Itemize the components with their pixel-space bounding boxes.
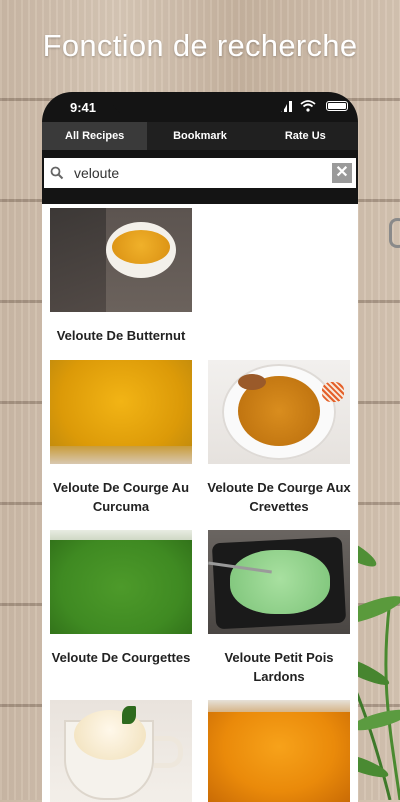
recipe-card[interactable]: Veloute De Butternut <box>42 208 200 345</box>
wall-hook <box>389 218 400 248</box>
wifi-icon <box>300 100 316 112</box>
battery-icon <box>326 101 348 111</box>
tab-bar: All Recipes Bookmark Rate Us <box>42 122 358 150</box>
status-time: 9:41 <box>70 100 97 115</box>
recipe-card[interactable] <box>42 700 200 802</box>
recipe-title: Veloute Petit Pois Lardons <box>224 650 334 684</box>
tab-rate-us[interactable]: Rate Us <box>253 122 358 150</box>
recipe-title: Veloute De Butternut <box>56 328 186 343</box>
feature-headline: Fonction de recherche <box>42 28 358 63</box>
recipe-image <box>50 360 192 464</box>
recipe-card[interactable]: Veloute De Courge Aux Crevettes <box>200 360 358 516</box>
phone-notch <box>112 92 288 116</box>
recipe-title: Veloute De Courge Aux Crevettes <box>207 480 351 514</box>
recipe-image <box>50 208 192 312</box>
recipe-title: Veloute De Courge Au Curcuma <box>52 480 190 514</box>
search-bar: ✕ <box>44 158 356 188</box>
recipe-card[interactable]: Veloute De Courge Au Curcuma <box>42 360 200 516</box>
recipe-image <box>50 530 192 634</box>
clear-search-button[interactable]: ✕ <box>332 163 352 183</box>
search-input[interactable] <box>74 165 324 181</box>
recipe-image <box>208 360 350 464</box>
recipe-card[interactable]: Veloute Petit Pois Lardons <box>200 530 358 686</box>
tab-bookmark[interactable]: Bookmark <box>147 122 252 150</box>
recipe-title: Veloute De Courgettes <box>51 650 191 665</box>
phone-frame: 9:41 All Recipes Bookmark Rate Us ✕ Velo… <box>42 92 358 802</box>
recipe-grid: Veloute De Butternut Veloute De Courge A… <box>42 204 358 802</box>
search-icon <box>50 166 64 180</box>
recipe-image <box>208 700 350 802</box>
tab-all-recipes[interactable]: All Recipes <box>42 122 148 150</box>
recipe-image <box>50 700 192 802</box>
recipe-image <box>208 530 350 634</box>
recipe-card[interactable] <box>200 700 358 802</box>
recipe-card[interactable]: Veloute De Courgettes <box>42 530 200 667</box>
